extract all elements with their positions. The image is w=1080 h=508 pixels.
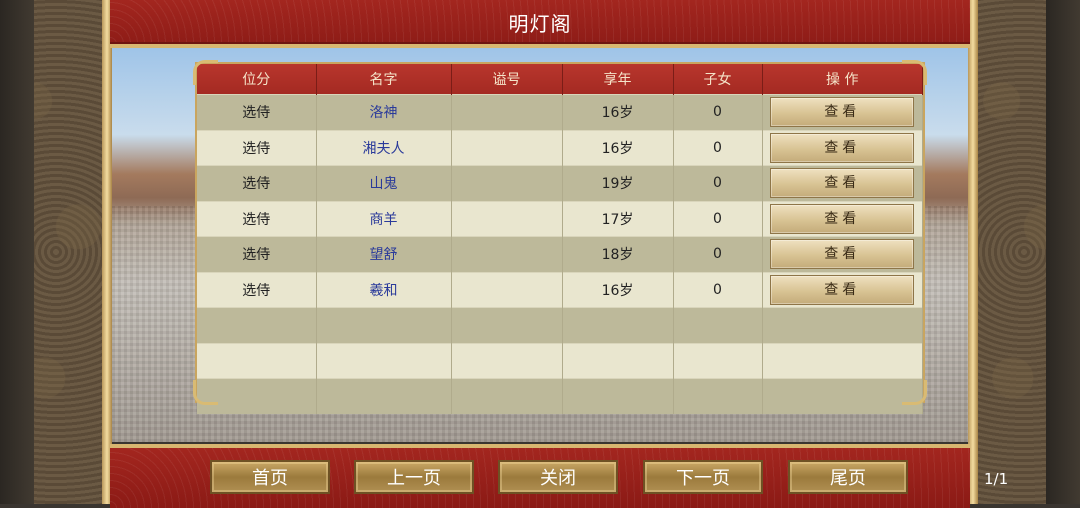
empty-cell	[451, 378, 563, 414]
empty-cell	[762, 342, 923, 379]
children-cell: 0	[673, 271, 763, 308]
posthumous-cell	[451, 94, 563, 130]
children-cell: 0	[673, 236, 763, 272]
empty-cell	[197, 307, 317, 343]
empty-cell	[673, 342, 763, 379]
age-cell: 17岁	[562, 200, 674, 237]
posthumous-cell	[451, 236, 563, 272]
view-button[interactable]: 查看	[770, 132, 915, 163]
table-row: 选侍 望舒 18岁 0 查看	[197, 236, 923, 272]
empty-cell	[673, 378, 763, 414]
view-button[interactable]: 查看	[770, 97, 915, 128]
age-cell: 16岁	[562, 129, 674, 166]
header-name: 名字	[316, 64, 452, 95]
prev-page-button[interactable]: 上一页	[354, 460, 474, 494]
empty-cell	[562, 378, 674, 414]
last-page-button[interactable]: 尾页	[788, 460, 908, 494]
records-table: 位分 名字 谥号 享年 子女 操 作 选侍 洛神 16岁 0 查看 选侍 湘夫人 16岁 0 查看…	[193, 60, 927, 414]
header-action: 操 作	[762, 64, 923, 95]
corner-ornament	[902, 60, 927, 85]
posthumous-cell	[451, 165, 563, 201]
empty-cell	[762, 378, 923, 414]
header-age: 享年	[562, 64, 674, 95]
children-cell: 0	[673, 200, 763, 237]
window-title: 明灯阁	[508, 11, 572, 36]
empty-cell	[762, 307, 923, 343]
name-cell: 羲和	[316, 271, 452, 308]
age-cell: 18岁	[562, 236, 674, 272]
posthumous-cell	[451, 271, 563, 308]
children-cell: 0	[673, 165, 763, 201]
next-page-button[interactable]: 下一页	[643, 460, 763, 494]
name-cell: 洛神	[316, 94, 452, 130]
action-cell: 查看	[762, 200, 923, 237]
action-cell: 查看	[762, 94, 923, 130]
rank-cell: 选侍	[197, 129, 317, 166]
corner-ornament	[902, 380, 927, 405]
table-row: 选侍 羲和 16岁 0 查看	[197, 271, 923, 308]
age-cell: 19岁	[562, 165, 674, 201]
table-row: 选侍 商羊 17岁 0 查看	[197, 200, 923, 237]
name-cell: 湘夫人	[316, 129, 452, 166]
children-cell: 0	[673, 129, 763, 166]
left-decorative-panel	[0, 0, 112, 504]
view-button[interactable]: 查看	[770, 239, 915, 270]
view-button[interactable]: 查看	[770, 203, 915, 234]
corner-ornament	[193, 380, 218, 405]
empty-table-row	[197, 307, 923, 343]
corner-ornament	[193, 60, 218, 85]
empty-table-row	[197, 378, 923, 414]
rank-cell: 选侍	[197, 271, 317, 308]
name-cell: 商羊	[316, 200, 452, 237]
empty-cell	[197, 342, 317, 379]
title-banner: 明灯阁	[110, 0, 970, 48]
first-page-button[interactable]: 首页	[210, 460, 330, 494]
rank-cell: 选侍	[197, 94, 317, 130]
name-cell: 望舒	[316, 236, 452, 272]
empty-cell	[316, 307, 452, 343]
empty-cell	[451, 307, 563, 343]
rank-cell: 选侍	[197, 200, 317, 237]
empty-cell	[673, 307, 763, 343]
close-button[interactable]: 关闭	[498, 460, 618, 494]
header-posthumous: 谥号	[451, 64, 563, 95]
empty-cell	[562, 307, 674, 343]
rank-cell: 选侍	[197, 165, 317, 201]
table-header-row: 位分 名字 谥号 享年 子女 操 作	[197, 64, 923, 95]
action-cell: 查看	[762, 165, 923, 201]
table-row: 选侍 山鬼 19岁 0 查看	[197, 165, 923, 201]
action-cell: 查看	[762, 271, 923, 308]
view-button[interactable]: 查看	[770, 274, 915, 305]
table-row: 选侍 洛神 16岁 0 查看	[197, 94, 923, 130]
empty-cell	[451, 342, 563, 379]
right-decorative-panel	[968, 0, 1080, 504]
posthumous-cell	[451, 129, 563, 166]
age-cell: 16岁	[562, 94, 674, 130]
empty-cell	[316, 342, 452, 379]
page-indicator: 1/1	[984, 470, 1009, 488]
header-children: 子女	[673, 64, 763, 95]
children-cell: 0	[673, 94, 763, 130]
empty-cell	[316, 378, 452, 414]
action-cell: 查看	[762, 236, 923, 272]
view-button[interactable]: 查看	[770, 168, 915, 199]
empty-table-row	[197, 342, 923, 379]
action-cell: 查看	[762, 129, 923, 166]
rank-cell: 选侍	[197, 236, 317, 272]
age-cell: 16岁	[562, 271, 674, 308]
posthumous-cell	[451, 200, 563, 237]
name-cell: 山鬼	[316, 165, 452, 201]
table-row: 选侍 湘夫人 16岁 0 查看	[197, 129, 923, 166]
empty-cell	[562, 342, 674, 379]
